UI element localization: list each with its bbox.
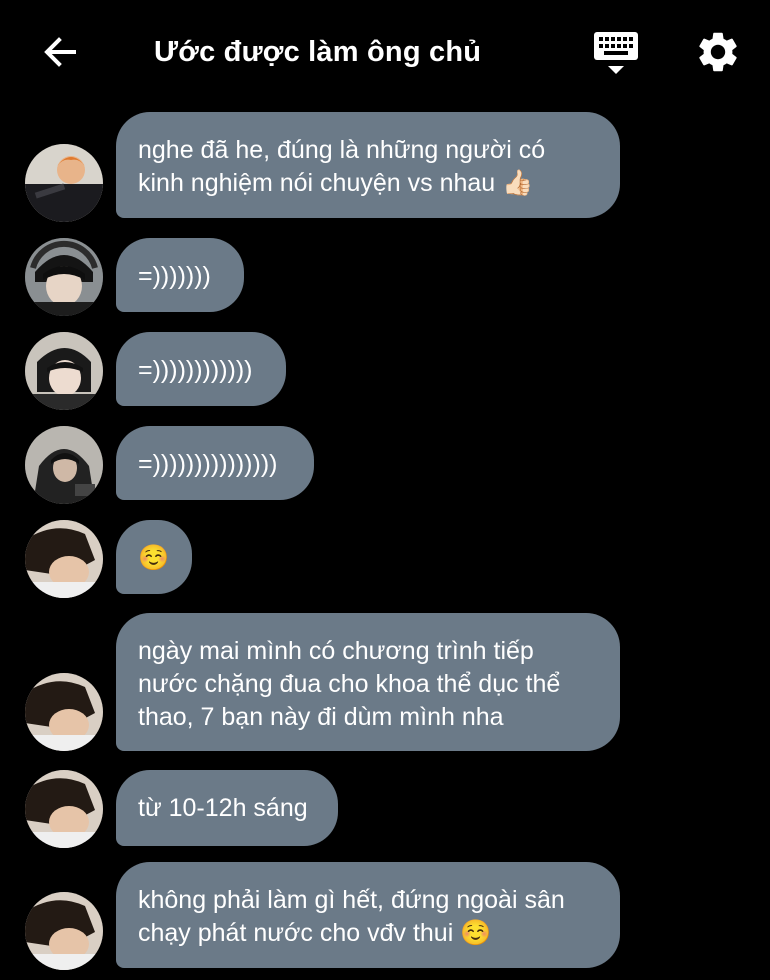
avatar-image [25, 770, 103, 848]
message-row: ☺️ [0, 520, 770, 598]
gear-icon [699, 32, 737, 72]
avatar-image [25, 673, 103, 751]
avatar[interactable] [25, 426, 103, 504]
message-row: nghe đã he, đúng là những người có kinh … [0, 112, 770, 222]
avatar[interactable] [25, 892, 103, 970]
message-bubble: không phải làm gì hết, đứng ngoài sân ch… [116, 862, 620, 968]
keyboard-button[interactable] [590, 30, 642, 78]
avatar-image [25, 238, 103, 316]
avatar-image [25, 332, 103, 410]
conversation-title: Ước được làm ông chủ [154, 36, 482, 68]
avatar[interactable] [25, 520, 103, 598]
message-row: =))))))) [0, 238, 770, 316]
avatar-image [25, 144, 103, 222]
message-bubble: =)))))))))))) [116, 332, 286, 406]
avatar-image [25, 892, 103, 970]
message-row: =))))))))))))))) [0, 426, 770, 504]
message-bubble: =))))))) [116, 238, 244, 312]
avatar[interactable] [25, 144, 103, 222]
avatar[interactable] [25, 238, 103, 316]
arrow-left-icon [44, 37, 76, 67]
message-bubble: ngày mai mình có chương trình tiếp nước … [116, 613, 620, 751]
settings-button[interactable] [694, 28, 742, 76]
avatar-image [25, 426, 103, 504]
avatar[interactable] [25, 332, 103, 410]
message-row: ngày mai mình có chương trình tiếp nước … [0, 613, 770, 753]
avatar[interactable] [25, 673, 103, 751]
chat-header: Ước được làm ông chủ [0, 0, 770, 100]
avatar[interactable] [25, 770, 103, 848]
message-row: không phải làm gì hết, đứng ngoài sân ch… [0, 862, 770, 972]
message-bubble: nghe đã he, đúng là những người có kinh … [116, 112, 620, 218]
message-bubble: =))))))))))))))) [116, 426, 314, 500]
message-row: từ 10-12h sáng [0, 770, 770, 848]
keyboard-icon [594, 32, 638, 74]
message-row: =)))))))))))) [0, 332, 770, 410]
avatar-image [25, 520, 103, 598]
message-bubble: từ 10-12h sáng [116, 770, 338, 846]
back-button[interactable] [36, 28, 84, 76]
message-bubble: ☺️ [116, 520, 192, 594]
